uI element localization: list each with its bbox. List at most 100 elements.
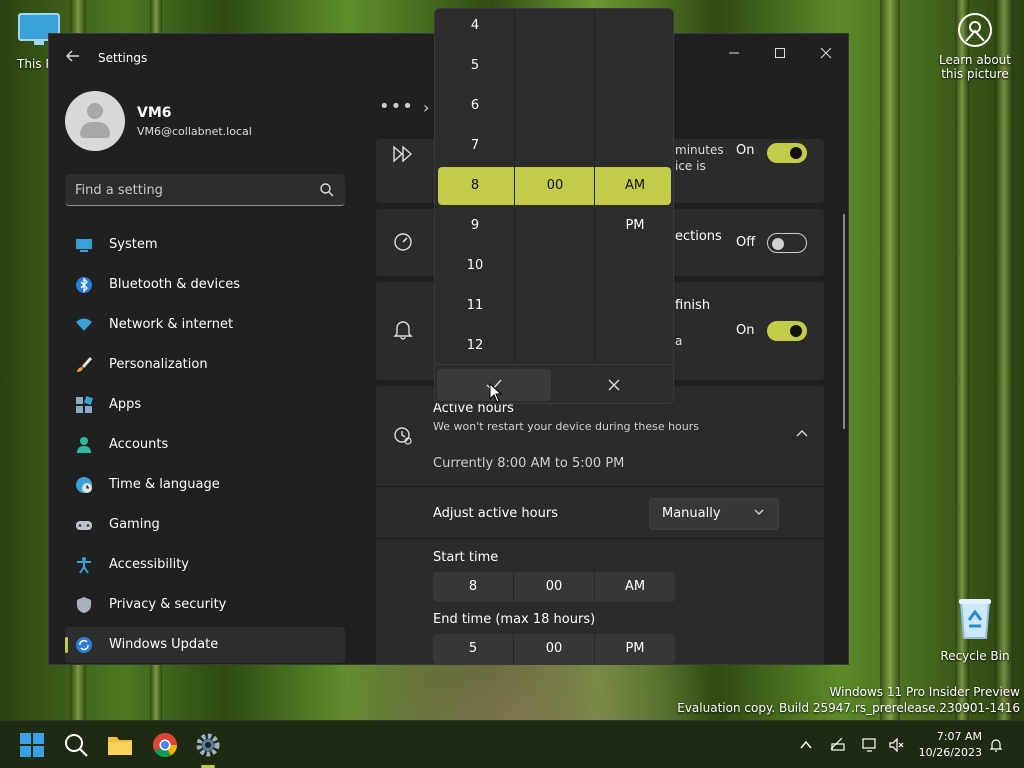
- breadcrumb-more-button[interactable]: •••: [379, 96, 414, 117]
- file-explorer-icon[interactable]: [106, 731, 134, 759]
- toggle-knob: [790, 325, 802, 337]
- sidebar-item-label: Privacy & security: [109, 597, 227, 612]
- get-latest-toggle-label: On: [736, 143, 755, 158]
- sidebar-item-time-language[interactable]: Time & language: [65, 467, 345, 503]
- period-option-selected[interactable]: AM: [595, 166, 673, 206]
- end-time-picker[interactable]: 5 00 PM: [433, 634, 675, 664]
- hour-option[interactable]: 11: [435, 286, 515, 326]
- active-hours-card: Active hours We won't restart your devic…: [376, 386, 824, 664]
- search-icon[interactable]: [62, 731, 90, 759]
- sidebar-item-accessibility[interactable]: Accessibility: [65, 547, 345, 583]
- mouse-pointer-icon: [489, 383, 503, 403]
- sidebar-item-bluetooth[interactable]: Bluetooth & devices: [65, 267, 345, 303]
- monitor-network-icon[interactable]: [862, 737, 878, 753]
- sidebar-item-gaming[interactable]: Gaming: [65, 507, 345, 543]
- sidebar-item-label: Accounts: [109, 437, 169, 452]
- maximize-icon: [775, 48, 785, 58]
- profile-name: VM6: [137, 105, 172, 121]
- watermark-line1: Windows 11 Pro Insider Preview: [829, 685, 1020, 699]
- settings-gear-icon[interactable]: [194, 731, 222, 759]
- chrome-icon[interactable]: [151, 731, 179, 759]
- sidebar-item-privacy-security[interactable]: Privacy & security: [65, 587, 345, 623]
- hour-option[interactable]: 6: [435, 86, 515, 126]
- adjust-active-hours-label: Adjust active hours: [433, 506, 558, 521]
- toggle-knob: [772, 238, 784, 250]
- start-period: AM: [624, 579, 646, 594]
- get-latest-text-line1: minutes: [675, 143, 724, 157]
- hour-option[interactable]: 7: [435, 126, 515, 166]
- close-window-button[interactable]: [803, 40, 848, 70]
- end-hour: 5: [468, 641, 478, 656]
- volume-muted-icon[interactable]: [888, 737, 904, 753]
- active-hours-clock-icon: [394, 427, 412, 445]
- start-windows-icon[interactable]: [18, 731, 46, 759]
- gaming-icon: [76, 521, 92, 530]
- search-input[interactable]: [75, 180, 305, 200]
- metered-text: ections: [675, 229, 722, 244]
- notify-toggle[interactable]: [767, 321, 807, 341]
- active-hours-current: Currently 8:00 AM to 5:00 PM: [433, 456, 625, 471]
- get-latest-toggle[interactable]: [767, 143, 807, 163]
- cancel-button[interactable]: [557, 369, 671, 401]
- end-minute: 00: [545, 641, 563, 656]
- accessibility-icon: [77, 557, 91, 574]
- maximize-button[interactable]: [757, 40, 803, 70]
- search-icon[interactable]: [319, 182, 335, 198]
- avatar-body: [80, 122, 110, 138]
- app-title: Settings: [98, 51, 148, 65]
- metered-toggle[interactable]: [767, 233, 807, 253]
- dropdown-value: Manually: [662, 506, 721, 521]
- sidebar-item-system[interactable]: System: [65, 227, 345, 263]
- sidebar-item-network[interactable]: Network & internet: [65, 307, 345, 343]
- period-column[interactable]: AM PM: [595, 9, 673, 364]
- flyout-footer: [435, 364, 673, 403]
- sidebar-item-label: Accessibility: [109, 557, 189, 572]
- end-period: PM: [625, 641, 645, 656]
- minimize-icon: [729, 52, 739, 54]
- search-box[interactable]: [65, 174, 345, 206]
- hour-option[interactable]: 12: [435, 326, 515, 366]
- minute-column[interactable]: 00: [515, 9, 595, 364]
- metered-toggle-label: Off: [736, 235, 756, 250]
- adjust-active-hours-dropdown[interactable]: Manually: [649, 498, 779, 530]
- learn-about-label: Learn about this picture: [939, 53, 1011, 81]
- start-time-picker[interactable]: 8 00 AM: [433, 572, 675, 602]
- sidebar-item-label: Gaming: [109, 517, 160, 532]
- avatar-head: [87, 103, 103, 119]
- clock[interactable]: 7:07 AM 10/26/2023: [914, 729, 982, 761]
- notify-toggle-label: On: [736, 323, 755, 338]
- network-disconnected-icon[interactable]: [830, 737, 846, 753]
- sidebar-item-personalization[interactable]: Personalization: [65, 347, 345, 383]
- hour-option[interactable]: 9: [435, 206, 515, 246]
- hour-column[interactable]: 4 5 6 7 8 9 10 11 12: [435, 9, 515, 364]
- recycle-bin-desktop-icon[interactable]: Recycle Bin: [940, 596, 1010, 663]
- notification-bell-icon[interactable]: [988, 737, 1004, 753]
- sidebar-item-label: Apps: [109, 397, 142, 412]
- get-latest-text-line2: ice is: [675, 159, 706, 173]
- period-option[interactable]: PM: [595, 206, 673, 246]
- start-time-label: Start time: [433, 550, 499, 565]
- minimize-button[interactable]: [711, 40, 757, 70]
- active-hours-description: We won't restart your device during thes…: [433, 420, 700, 433]
- back-button[interactable]: [63, 48, 83, 68]
- hour-option[interactable]: 10: [435, 246, 515, 286]
- vertical-scrollbar[interactable]: [843, 214, 845, 429]
- sidebar-item-accounts[interactable]: Accounts: [65, 427, 345, 463]
- avatar[interactable]: [65, 91, 125, 151]
- hour-option[interactable]: 4: [435, 9, 515, 46]
- learn-about-picture[interactable]: Learn about this picture: [935, 13, 1015, 81]
- sidebar-item-apps[interactable]: Apps: [65, 387, 345, 423]
- minute-option-selected[interactable]: 00: [515, 166, 595, 206]
- divider: [376, 486, 824, 487]
- sidebar-item-windows-update[interactable]: Windows Update: [65, 627, 345, 663]
- collapse-chevron-icon[interactable]: [796, 426, 808, 440]
- hour-option-selected[interactable]: 8: [435, 166, 515, 206]
- end-time-label: End time (max 18 hours): [433, 612, 596, 627]
- brush-icon: [77, 357, 93, 372]
- windows-update-icon: [76, 637, 92, 653]
- hour-option[interactable]: 5: [435, 46, 515, 86]
- back-arrow-icon: [66, 50, 79, 62]
- chevron-up-icon[interactable]: [798, 737, 814, 753]
- system-icon: [76, 239, 92, 252]
- chevron-down-icon: [754, 506, 764, 519]
